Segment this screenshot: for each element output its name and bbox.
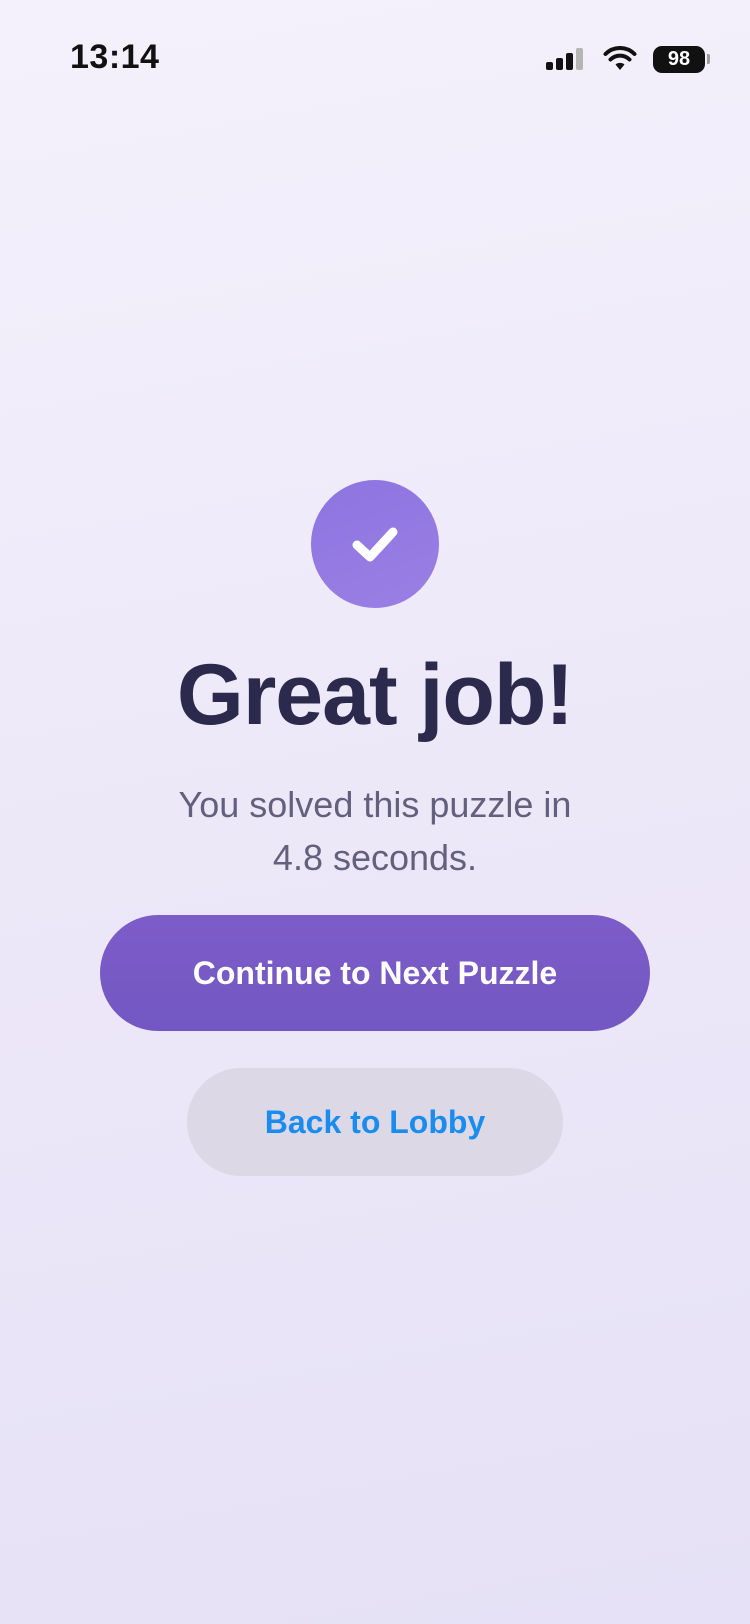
status-bar: 13:14 98 (0, 0, 750, 120)
result-message: You solved this puzzle in 4.8 seconds. (100, 778, 650, 884)
checkmark-icon (352, 527, 398, 562)
cellular-signal-icon (546, 48, 583, 70)
result-message-line-2: 4.8 seconds. (272, 837, 478, 878)
continue-next-puzzle-button[interactable]: Continue to Next Puzzle (100, 915, 650, 1031)
status-time: 13:14 (70, 38, 160, 76)
back-to-lobby-button[interactable]: Back to Lobby (187, 1068, 563, 1176)
battery-icon: 98 (653, 45, 710, 73)
wifi-icon (603, 46, 637, 70)
battery-cap (707, 54, 710, 64)
result-message-line-1: You solved this puzzle in (178, 784, 572, 825)
success-badge (311, 480, 439, 608)
status-icons: 98 (545, 44, 710, 74)
result-title: Great job! (176, 647, 574, 743)
battery-level: 98 (653, 45, 705, 73)
